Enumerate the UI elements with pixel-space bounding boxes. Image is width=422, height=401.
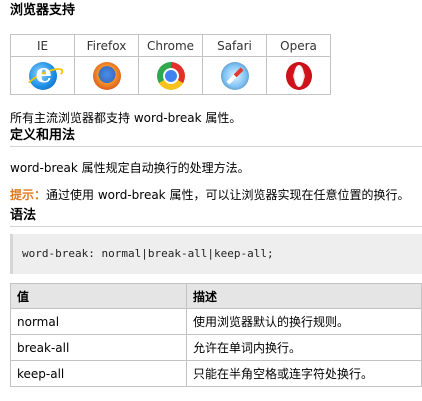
table-cell-value: break-all [10, 334, 187, 361]
table-cell-description: 使用浏览器默认的换行规则。 [186, 308, 422, 335]
tip-label: 提示： [10, 188, 47, 202]
section-heading-definition: 定义和用法 [10, 127, 422, 147]
syntax-code-block: word-break: normal|break-all|keep-all; [10, 234, 422, 274]
table-header-value: 值 [10, 283, 187, 309]
definition-text: word-break 属性规定自动换行的处理方法。 [10, 161, 250, 175]
browser-name-safari: Safari [202, 34, 267, 57]
table-cell-description: 允许在单词内换行。 [186, 334, 422, 361]
chrome-icon [156, 61, 185, 90]
browser-support-table: IE Firefox Chrome Safari Opera [10, 34, 331, 95]
browser-name-opera: Opera [266, 34, 331, 57]
table-row: keep-all 只能在半角空格或连字符处换行。 [10, 360, 422, 387]
browser-name-chrome: Chrome [138, 34, 203, 57]
tip-text: 通过使用 word-break 属性，可以让浏览器实现在任意位置的换行。 [46, 188, 410, 202]
browser-icon-cell-ie [10, 56, 75, 95]
internet-explorer-icon [28, 59, 57, 90]
section-heading-syntax: 语法 [10, 207, 422, 227]
table-cell-value: normal [10, 308, 187, 335]
safari-icon [220, 61, 249, 90]
opera-icon [285, 61, 312, 90]
firefox-icon [92, 61, 121, 90]
browser-name-ie: IE [10, 34, 75, 57]
browser-icon-cell-chrome [138, 56, 203, 95]
section-heading-browser-support: 浏览器支持 [10, 3, 76, 18]
tip-paragraph: 提示：通过使用 word-break 属性，可以让浏览器实现在任意位置的换行。 [10, 187, 409, 203]
table-cell-description: 只能在半角空格或连字符处换行。 [186, 360, 422, 387]
browser-icon-cell-safari [202, 56, 267, 95]
table-cell-value: keep-all [10, 360, 187, 387]
browser-name-firefox: Firefox [74, 34, 139, 57]
table-header-row: 值 描述 [10, 283, 422, 309]
browser-icon-cell-firefox [74, 56, 139, 95]
values-table: 值 描述 normal 使用浏览器默认的换行规则。 break-all 允许在单… [10, 283, 422, 387]
table-row: normal 使用浏览器默认的换行规则。 [10, 308, 422, 335]
browser-icon-cell-opera [266, 56, 331, 95]
table-row: break-all 允许在单词内换行。 [10, 334, 422, 361]
table-header-description: 描述 [186, 283, 422, 309]
browser-support-text: 所有主流浏览器都支持 word-break 属性。 [10, 111, 242, 125]
